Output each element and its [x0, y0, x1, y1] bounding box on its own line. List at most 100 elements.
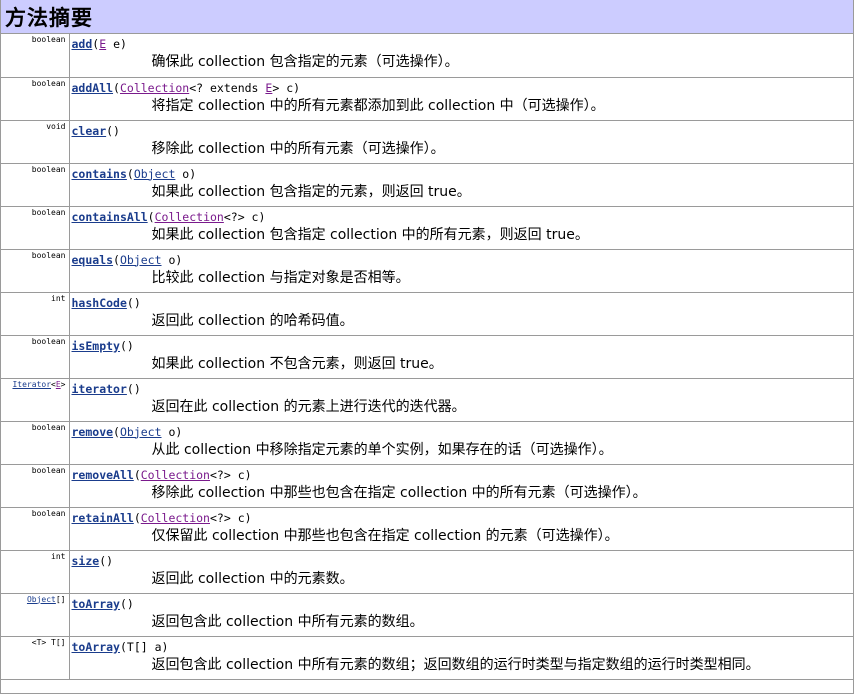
- method-link-contains[interactable]: contains: [72, 167, 127, 181]
- table-row: boolean add(E e) 确保此 collection 包含指定的元素（…: [1, 34, 853, 78]
- type-link-collection[interactable]: Collection: [120, 81, 189, 95]
- method-cell: removeAll(Collection<?> c) 移除此 collectio…: [69, 464, 853, 508]
- table-row: boolean isEmpty() 如果此 collection 不包含元素，则…: [1, 335, 853, 379]
- method-signature: clear(): [71, 123, 120, 138]
- return-type: <T> T[]: [31, 637, 66, 647]
- return-type-cell: boolean: [1, 206, 70, 250]
- method-link-addall[interactable]: addAll: [72, 81, 114, 95]
- type-link-collection[interactable]: Collection: [141, 511, 210, 525]
- return-type: boolean: [31, 78, 66, 88]
- type-link-object[interactable]: Object: [120, 425, 162, 439]
- method-description: 返回包含此 collection 中所有元素的数组。: [151, 613, 424, 630]
- table-row: boolean equals(Object o) 比较此 collection …: [1, 249, 853, 293]
- method-description: 返回此 collection 的哈希码值。: [151, 312, 354, 329]
- method-description: 仅保留此 collection 中那些也包含在指定 collection 的元素…: [151, 527, 619, 544]
- method-link-removeall[interactable]: removeAll: [72, 468, 134, 482]
- return-type-cell: boolean: [1, 163, 70, 207]
- method-description: 从此 collection 中移除指定元素的单个实例，如果存在的话（可选操作）。: [151, 441, 613, 458]
- return-type-cell: boolean: [1, 507, 70, 551]
- method-cell: size() 返回此 collection 中的元素数。: [69, 550, 853, 594]
- method-link-remove[interactable]: remove: [72, 425, 114, 439]
- method-link-equals[interactable]: equals: [72, 253, 114, 267]
- type-link-object[interactable]: Object: [134, 167, 176, 181]
- table-row: <T> T[] toArray(T[] a) 返回包含此 collection …: [1, 636, 853, 680]
- table-row: void clear() 移除此 collection 中的所有元素（可选操作）…: [1, 120, 853, 164]
- method-cell: retainAll(Collection<?> c) 仅保留此 collecti…: [69, 507, 853, 551]
- method-description: 如果此 collection 包含指定 collection 中的所有元素，则返…: [151, 226, 589, 243]
- method-link-iterator[interactable]: iterator: [72, 382, 127, 396]
- method-link-isempty[interactable]: isEmpty: [72, 339, 120, 353]
- method-cell: containsAll(Collection<?> c) 如果此 collect…: [69, 206, 853, 250]
- return-type-cell: Iterator<E>: [1, 378, 70, 422]
- type-link-collection[interactable]: Collection: [141, 468, 210, 482]
- method-link-containsall[interactable]: containsAll: [72, 210, 148, 224]
- method-description: 移除此 collection 中那些也包含在指定 collection 中的所有…: [151, 484, 647, 501]
- method-link-clear[interactable]: clear: [72, 124, 107, 138]
- method-cell: toArray(T[] a) 返回包含此 collection 中所有元素的数组…: [69, 636, 853, 680]
- table-row: boolean addAll(Collection<? extends E> c…: [1, 77, 853, 121]
- table-row: boolean remove(Object o) 从此 collection 中…: [1, 421, 853, 465]
- method-cell: remove(Object o) 从此 collection 中移除指定元素的单…: [69, 421, 853, 465]
- method-link-add[interactable]: add: [72, 37, 93, 51]
- return-type: boolean: [31, 336, 66, 346]
- table-row: boolean removeAll(Collection<?> c) 移除此 c…: [1, 464, 853, 508]
- table-row: int hashCode() 返回此 collection 的哈希码值。: [1, 292, 853, 336]
- return-type: int: [51, 293, 66, 303]
- method-cell: equals(Object o) 比较此 collection 与指定对象是否相…: [69, 249, 853, 293]
- return-type: int: [51, 551, 66, 561]
- method-signature: contains(Object o): [71, 166, 197, 181]
- table-row: boolean containsAll(Collection<?> c) 如果此…: [1, 206, 853, 250]
- type-link-object[interactable]: Object: [120, 253, 162, 267]
- method-summary-header: 方法摘要: [1, 0, 853, 34]
- method-link-size[interactable]: size: [72, 554, 100, 568]
- table-row: Object[] toArray() 返回包含此 collection 中所有元…: [1, 593, 853, 637]
- method-cell: iterator() 返回在此 collection 的元素上进行迭代的迭代器。: [69, 378, 853, 422]
- return-type-cell: boolean: [1, 421, 70, 465]
- method-description: 比较此 collection 与指定对象是否相等。: [151, 269, 410, 286]
- return-type-cell: boolean: [1, 335, 70, 379]
- return-type: boolean: [31, 465, 66, 475]
- return-type-cell: int: [1, 550, 70, 594]
- type-link-iterator[interactable]: Iterator: [12, 380, 51, 389]
- page-title: 方法摘要: [5, 5, 93, 30]
- method-summary-panel: 方法摘要 boolean add(E e) 确保此 collection 包含指…: [0, 0, 854, 694]
- method-link-toarray-generic[interactable]: toArray: [72, 640, 120, 654]
- type-link-object[interactable]: Object: [27, 595, 56, 604]
- method-signature: add(E e): [71, 37, 127, 51]
- table-row: Iterator<E> iterator() 返回在此 collection 的…: [1, 378, 853, 422]
- return-type: void: [46, 121, 66, 131]
- return-type-cell: boolean: [1, 464, 70, 508]
- method-link-retainall[interactable]: retainAll: [72, 511, 134, 525]
- return-type: boolean: [31, 422, 66, 432]
- return-type: boolean: [31, 508, 66, 518]
- return-type: boolean: [31, 207, 66, 217]
- method-signature: removeAll(Collection<?> c): [71, 467, 252, 482]
- return-type-cell: <T> T[]: [1, 636, 70, 680]
- method-signature: remove(Object o): [71, 424, 183, 439]
- method-signature: equals(Object o): [71, 252, 183, 267]
- method-signature: isEmpty(): [71, 338, 134, 353]
- method-signature: containsAll(Collection<?> c): [71, 209, 266, 224]
- method-description: 如果此 collection 不包含元素，则返回 true。: [151, 355, 443, 372]
- method-cell: hashCode() 返回此 collection 的哈希码值。: [69, 292, 853, 336]
- method-cell: add(E e) 确保此 collection 包含指定的元素（可选操作）。: [69, 34, 853, 78]
- method-signature: retainAll(Collection<?> c): [71, 510, 252, 525]
- return-type-cell: boolean: [1, 249, 70, 293]
- method-cell: addAll(Collection<? extends E> c) 将指定 co…: [69, 77, 853, 121]
- return-type: boolean: [31, 35, 66, 44]
- method-link-toarray[interactable]: toArray: [72, 597, 120, 611]
- return-type-cell: void: [1, 120, 70, 164]
- type-link-collection[interactable]: Collection: [155, 210, 224, 224]
- method-link-hashcode[interactable]: hashCode: [72, 296, 127, 310]
- return-type: boolean: [31, 164, 66, 174]
- method-signature: size(): [71, 553, 114, 568]
- method-cell: isEmpty() 如果此 collection 不包含元素，则返回 true。: [69, 335, 853, 379]
- return-type-cell: boolean: [1, 77, 70, 121]
- method-description: 确保此 collection 包含指定的元素（可选操作）。: [151, 54, 459, 70]
- method-cell: toArray() 返回包含此 collection 中所有元素的数组。: [69, 593, 853, 637]
- return-type: boolean: [31, 250, 66, 260]
- method-description: 移除此 collection 中的所有元素（可选操作）。: [151, 140, 445, 157]
- method-signature: toArray(T[] a): [71, 639, 169, 654]
- method-description: 返回包含此 collection 中所有元素的数组；返回数组的运行时类型与指定数…: [151, 656, 760, 673]
- return-type-cell: int: [1, 292, 70, 336]
